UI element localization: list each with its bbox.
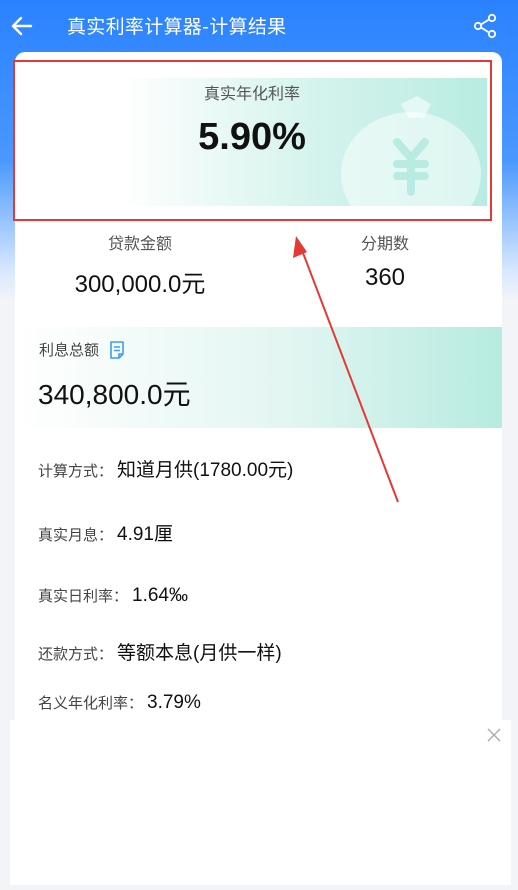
annotation-arrow [293,236,399,503]
